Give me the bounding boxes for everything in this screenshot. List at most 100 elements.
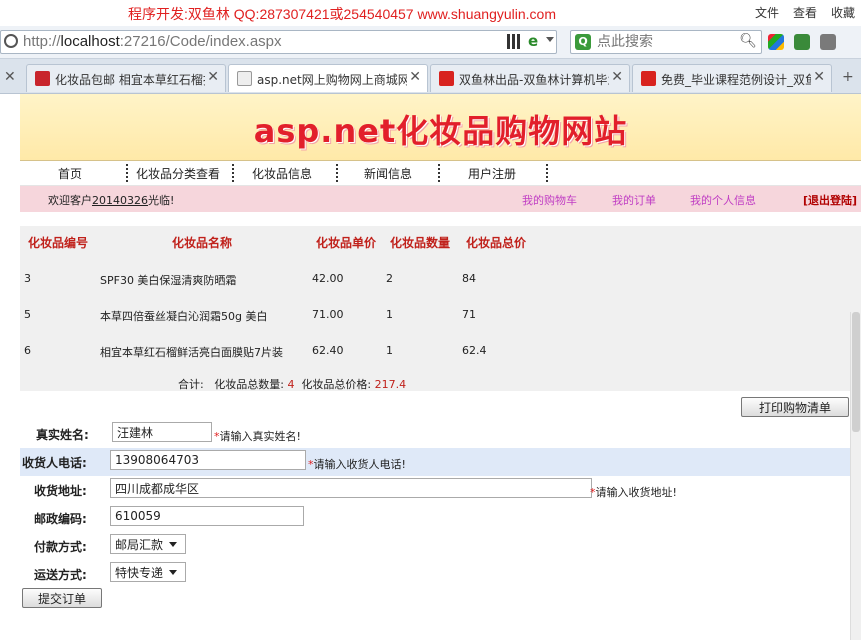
site-title: asp.net化妆品购物网站: [253, 112, 628, 150]
qr-code-icon[interactable]: [507, 34, 522, 49]
menu-favorites[interactable]: 收藏: [831, 4, 855, 21]
search-icon[interactable]: 🔍︎: [739, 33, 757, 49]
phone-label: 收货人电话:: [22, 456, 87, 470]
form-row-shipping: 运送方式: 特快专递: [20, 560, 861, 588]
play-icon[interactable]: [794, 34, 810, 50]
name-hint: *请输入真实姓名!: [214, 430, 301, 443]
name-label: 真实姓名:: [36, 428, 89, 442]
tab-favicon-icon: [641, 71, 656, 86]
header-unit-price: 化妆品单价: [316, 236, 377, 250]
submit-order-button[interactable]: 提交订单: [22, 588, 102, 608]
table-cell-qty: 1: [386, 344, 393, 357]
address-url[interactable]: http://localhost:27216/Code/index.aspx: [23, 33, 282, 50]
table-cell-name: 相宜本草红石榴鲜活亮白面膜贴7片装: [100, 346, 283, 359]
tab-close-icon[interactable]: ✕: [813, 69, 825, 85]
my-profile-link[interactable]: 我的个人信息: [690, 192, 756, 208]
table-cell-id: 3: [24, 272, 31, 285]
my-cart-link[interactable]: 我的购物车: [522, 192, 577, 208]
shipping-select[interactable]: 特快专递: [110, 562, 186, 582]
tab-favicon-icon: [237, 71, 252, 86]
zip-label: 邮政编码:: [34, 512, 87, 526]
add-tab-icon[interactable]: +: [842, 69, 854, 85]
nav-home[interactable]: 首页: [58, 165, 82, 182]
form-row-payment: 付款方式: 邮局汇款: [20, 532, 861, 560]
nav-separator: [126, 164, 128, 182]
search-engine-icon[interactable]: Q: [575, 34, 591, 50]
nav-news[interactable]: 新闻信息: [364, 165, 412, 182]
nav-separator: [336, 164, 338, 182]
table-cell-id: 6: [24, 344, 31, 357]
username-link[interactable]: 20140326: [92, 194, 148, 207]
chevron-down-icon: [169, 541, 178, 547]
menu-icon[interactable]: [820, 34, 836, 50]
my-orders-link[interactable]: 我的订单: [612, 192, 656, 208]
table-cell-total: 71: [462, 308, 476, 321]
browser-engine-icon[interactable]: e: [528, 33, 544, 49]
search-box: Q 🔍︎: [570, 30, 762, 54]
nav-categories[interactable]: 化妆品分类查看: [136, 165, 220, 182]
form-row-phone: 收货人电话: *请输入收货人电话!: [20, 448, 861, 476]
tab-close-icon[interactable]: ✕: [611, 69, 623, 85]
menu-view[interactable]: 查看: [793, 4, 817, 21]
table-cell-qty: 2: [386, 272, 393, 285]
real-name-input[interactable]: [112, 422, 212, 442]
form-row-address: 收货地址: *请输入收货地址!: [20, 476, 861, 504]
payment-label: 付款方式:: [34, 540, 87, 554]
header-quantity: 化妆品数量: [390, 236, 451, 250]
shipping-label: 运送方式:: [34, 568, 87, 582]
print-cart-button[interactable]: 打印购物清单: [741, 397, 849, 417]
total-quantity: 4: [287, 378, 295, 391]
tab-favicon-icon: [439, 71, 454, 86]
form-row-name: 真实姓名: *请输入真实姓名!: [20, 420, 861, 448]
toolbar-icons: [768, 34, 836, 50]
form-row-zip: 邮政编码:: [20, 504, 861, 532]
nav-register[interactable]: 用户注册: [468, 165, 516, 182]
address-input[interactable]: [110, 478, 592, 498]
welcome-text: 欢迎客户20140326光临!: [48, 194, 175, 207]
table-cell-id: 5: [24, 308, 31, 321]
table-cell-price: 42.00: [312, 272, 344, 285]
tab-free-design[interactable]: 免费_毕业课程范例设计_双鱼 ✕: [632, 64, 832, 92]
nav-products[interactable]: 化妆品信息: [252, 165, 312, 182]
payment-select[interactable]: 邮局汇款: [110, 534, 186, 554]
table-cell-price: 71.00: [312, 308, 344, 321]
address-bar[interactable]: http://localhost:27216/Code/index.aspx e: [0, 30, 557, 54]
tab-cosmetics-shop[interactable]: 化妆品包邮 相宜本草红石榴护 ✕: [26, 64, 226, 92]
scrollbar-thumb[interactable]: [852, 312, 860, 432]
address-label: 收货地址:: [34, 484, 87, 498]
logout-link[interactable]: [退出登陆]: [803, 192, 857, 208]
table-cell-name: SPF30 美白保湿清爽防晒霜: [100, 274, 237, 287]
tab-aspnet-site[interactable]: asp.net网上购物网上商城网站 ✕: [228, 64, 428, 92]
table-cell-price: 62.40: [312, 344, 344, 357]
chevron-down-icon[interactable]: [546, 37, 554, 42]
chevron-down-icon: [169, 569, 178, 575]
address-hint: *请输入收货地址!: [590, 486, 677, 499]
cart-table: 化妆品编号 化妆品名称 化妆品单价 化妆品数量 化妆品总价 3 SPF30 美白…: [20, 226, 861, 391]
close-icon[interactable]: ✕: [4, 69, 16, 85]
header-product-id: 化妆品编号: [28, 236, 89, 250]
menu-file[interactable]: 文件: [755, 4, 779, 21]
apps-icon[interactable]: [768, 34, 784, 50]
welcome-bar: 欢迎客户20140326光临! 我的购物车 我的订单 我的个人信息 [退出登陆]: [20, 186, 861, 212]
table-cell-qty: 1: [386, 308, 393, 321]
header-product-name: 化妆品名称: [172, 236, 233, 250]
site-banner: asp.net化妆品购物网站: [20, 94, 861, 161]
tab-close-icon[interactable]: ✕: [409, 69, 421, 85]
zip-input[interactable]: [110, 506, 304, 526]
tab-close-icon[interactable]: ✕: [207, 69, 219, 85]
total-price: 217.4: [374, 378, 407, 391]
phone-input[interactable]: [110, 450, 306, 470]
header-total-price: 化妆品总价: [466, 236, 527, 250]
nav-separator: [438, 164, 440, 182]
browser-toolbar: http://localhost:27216/Code/index.aspx e…: [0, 26, 861, 59]
tab-shuangyulin[interactable]: 双鱼林出品-双鱼林计算机毕业 ✕: [430, 64, 630, 92]
watermark-text: 程序开发:双鱼林 QQ:287307421或254540457 www.shua…: [128, 6, 556, 22]
tab-bar: ✕ 化妆品包邮 相宜本草红石榴护 ✕ asp.net网上购物网上商城网站 ✕ 双…: [0, 59, 861, 94]
search-input[interactable]: [595, 32, 739, 52]
page-icon: [4, 34, 18, 48]
table-cell-name: 本草四倍蚕丝凝白沁润霜50g 美白: [100, 310, 268, 323]
table-cell-total: 62.4: [462, 344, 487, 357]
watermark-strip: 程序开发:双鱼林 QQ:287307421或254540457 www.shua…: [0, 0, 861, 26]
page-scrollbar[interactable]: [850, 312, 861, 640]
phone-hint: *请输入收货人电话!: [308, 458, 406, 471]
